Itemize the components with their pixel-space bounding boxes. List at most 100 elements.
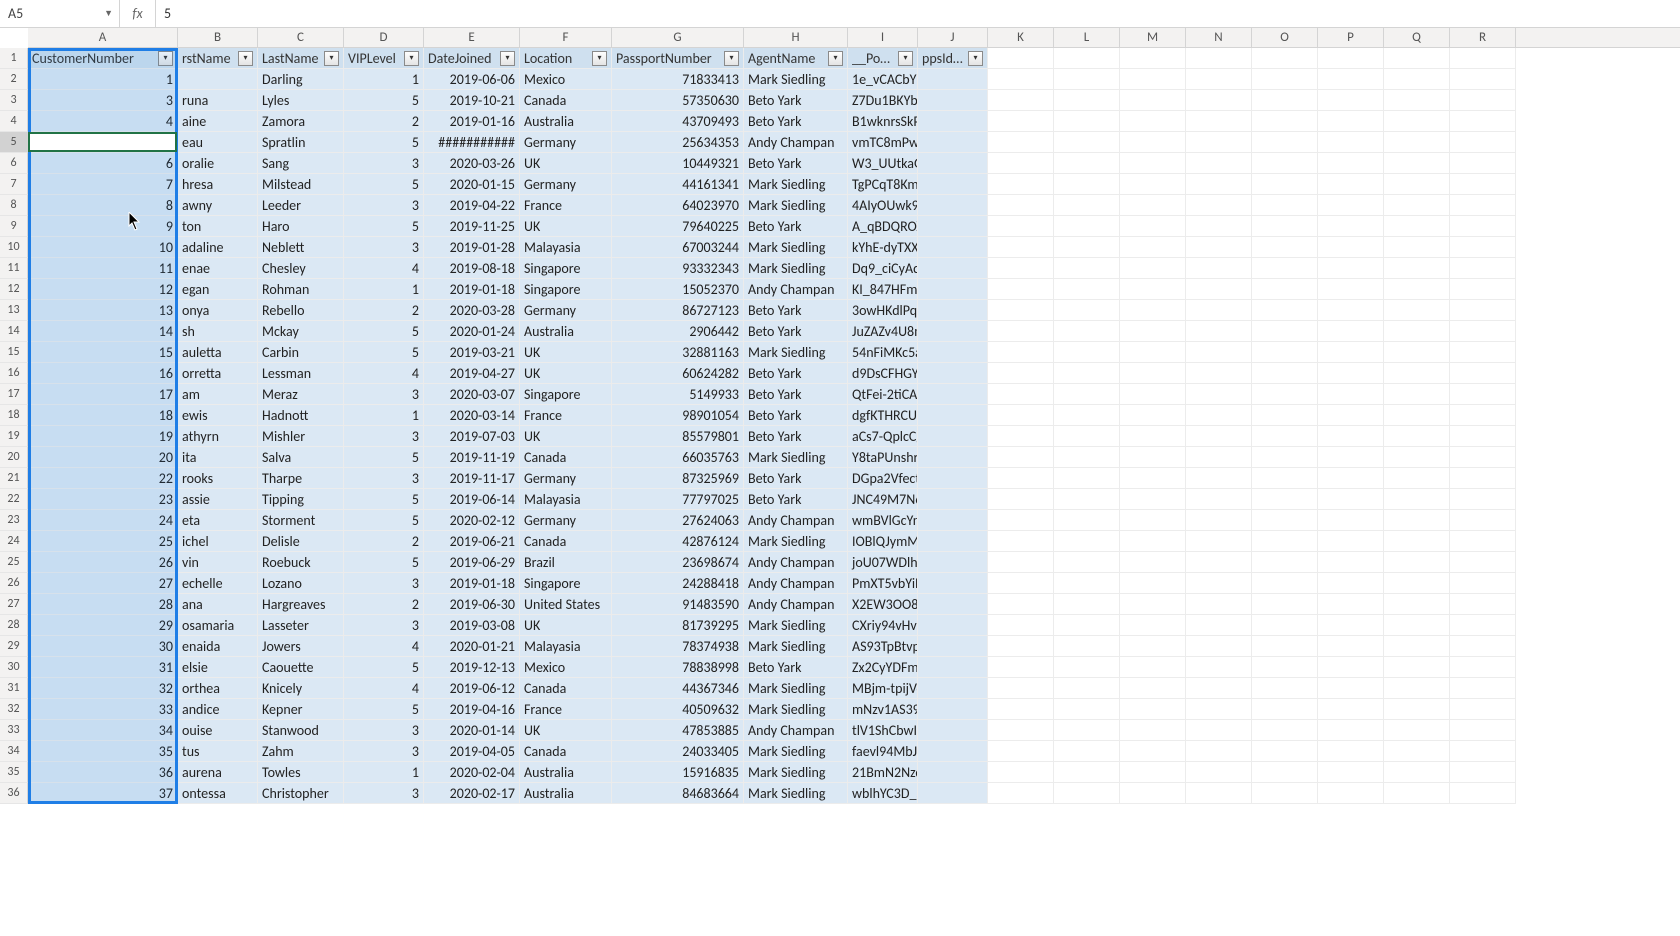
row-header[interactable]: 4 xyxy=(0,111,28,132)
empty-cell[interactable] xyxy=(1054,258,1120,279)
cell[interactable]: 24 xyxy=(28,510,178,531)
empty-cell[interactable] xyxy=(988,783,1054,804)
empty-cell[interactable] xyxy=(1450,132,1516,153)
empty-cell[interactable] xyxy=(1252,279,1318,300)
cell[interactable]: 2020-01-15 xyxy=(424,174,520,195)
cell[interactable]: d9DsCFHGYrk xyxy=(848,363,918,384)
row-header[interactable]: 13 xyxy=(0,300,28,321)
cell[interactable]: Zx2CyYDFm2E xyxy=(848,657,918,678)
cell[interactable]: Australia xyxy=(520,783,612,804)
empty-cell[interactable] xyxy=(1450,90,1516,111)
cell[interactable]: Mark Siedling xyxy=(744,615,848,636)
column-header-F[interactable]: F xyxy=(520,28,612,47)
empty-cell[interactable] xyxy=(1054,279,1120,300)
empty-cell[interactable] xyxy=(1186,678,1252,699)
cell[interactable]: ouise xyxy=(178,720,258,741)
empty-cell[interactable] xyxy=(1186,468,1252,489)
column-header-P[interactable]: P xyxy=(1318,28,1384,47)
cell[interactable]: 26 xyxy=(28,552,178,573)
empty-cell[interactable] xyxy=(1120,174,1186,195)
cell[interactable]: Singapore xyxy=(520,573,612,594)
empty-cell[interactable] xyxy=(1054,573,1120,594)
cell[interactable]: joU07WDlhf4 xyxy=(848,552,918,573)
cell[interactable]: 2019-06-14 xyxy=(424,489,520,510)
cell[interactable]: Darling xyxy=(258,69,344,90)
empty-cell[interactable] xyxy=(1384,405,1450,426)
cell[interactable]: Mark Siedling xyxy=(744,762,848,783)
empty-cell[interactable] xyxy=(1450,678,1516,699)
empty-cell[interactable] xyxy=(1120,258,1186,279)
cell[interactable]: tlV1ShCbwIE xyxy=(848,720,918,741)
cell[interactable]: 16 xyxy=(28,363,178,384)
empty-cell[interactable] xyxy=(1384,363,1450,384)
cell[interactable]: Germany xyxy=(520,300,612,321)
cell[interactable]: 2020-03-28 xyxy=(424,300,520,321)
cell[interactable]: Mckay xyxy=(258,321,344,342)
row-header[interactable]: 20 xyxy=(0,447,28,468)
row-header[interactable]: 35 xyxy=(0,762,28,783)
cell[interactable]: Hadnott xyxy=(258,405,344,426)
cell[interactable]: 86727123 xyxy=(612,300,744,321)
empty-cell[interactable] xyxy=(1252,678,1318,699)
empty-cell[interactable] xyxy=(1384,594,1450,615)
empty-cell[interactable] xyxy=(1120,363,1186,384)
cell[interactable]: 4 xyxy=(344,258,424,279)
cell[interactable]: am xyxy=(178,384,258,405)
cell[interactable]: Canada xyxy=(520,531,612,552)
empty-cell[interactable] xyxy=(1120,216,1186,237)
empty-cell[interactable] xyxy=(1384,258,1450,279)
cell[interactable]: 19 xyxy=(28,426,178,447)
empty-cell[interactable] xyxy=(1186,300,1252,321)
cell[interactable]: mNzv1AS39vg xyxy=(848,699,918,720)
empty-cell[interactable] xyxy=(1384,531,1450,552)
empty-cell[interactable] xyxy=(1120,132,1186,153)
cell[interactable]: 3 xyxy=(344,468,424,489)
empty-cell[interactable] xyxy=(988,405,1054,426)
empty-cell[interactable] xyxy=(1252,720,1318,741)
cell[interactable] xyxy=(918,69,988,90)
cell[interactable]: 5 xyxy=(344,510,424,531)
cell[interactable]: 15 xyxy=(28,342,178,363)
cell[interactable] xyxy=(918,720,988,741)
empty-cell[interactable] xyxy=(1120,111,1186,132)
cell[interactable] xyxy=(918,657,988,678)
cell[interactable]: 79640225 xyxy=(612,216,744,237)
empty-cell[interactable] xyxy=(1120,720,1186,741)
cell[interactable]: 2019-01-18 xyxy=(424,573,520,594)
cell[interactable]: Caouette xyxy=(258,657,344,678)
cell[interactable]: rooks xyxy=(178,468,258,489)
empty-cell[interactable] xyxy=(1054,69,1120,90)
cell[interactable]: 93332343 xyxy=(612,258,744,279)
empty-cell[interactable] xyxy=(1252,111,1318,132)
cell[interactable] xyxy=(918,111,988,132)
empty-cell[interactable] xyxy=(1252,741,1318,762)
empty-cell[interactable] xyxy=(1318,321,1384,342)
empty-cell[interactable] xyxy=(1384,573,1450,594)
empty-cell[interactable] xyxy=(988,468,1054,489)
cell[interactable]: Singapore xyxy=(520,279,612,300)
empty-cell[interactable] xyxy=(1186,258,1252,279)
cell[interactable]: UK xyxy=(520,615,612,636)
empty-cell[interactable] xyxy=(1054,552,1120,573)
cell[interactable]: Mark Siedling xyxy=(744,636,848,657)
cell[interactable]: AS93TpBtvpo xyxy=(848,636,918,657)
cell[interactable]: 44367346 xyxy=(612,678,744,699)
cell[interactable]: Kepner xyxy=(258,699,344,720)
cell[interactable]: Roebuck xyxy=(258,552,344,573)
cell[interactable]: JuZAZv4U8mE xyxy=(848,321,918,342)
empty-cell[interactable] xyxy=(1054,300,1120,321)
cell[interactable]: Mark Siedling xyxy=(744,195,848,216)
cell[interactable]: Australia xyxy=(520,321,612,342)
cell[interactable]: ton xyxy=(178,216,258,237)
cell[interactable]: Beto Yark xyxy=(744,321,848,342)
empty-cell[interactable] xyxy=(1054,657,1120,678)
empty-cell[interactable] xyxy=(1054,489,1120,510)
empty-cell[interactable] xyxy=(1450,489,1516,510)
empty-cell[interactable] xyxy=(1450,153,1516,174)
cell[interactable]: Beto Yark xyxy=(744,468,848,489)
cell[interactable]: Beto Yark xyxy=(744,153,848,174)
cell[interactable]: Andy Champan xyxy=(744,552,848,573)
cell[interactable]: 4 xyxy=(344,678,424,699)
filter-dropdown-icon[interactable]: ▾ xyxy=(238,51,253,66)
header-cell-DateJoined[interactable]: DateJoined▾ xyxy=(424,48,520,69)
